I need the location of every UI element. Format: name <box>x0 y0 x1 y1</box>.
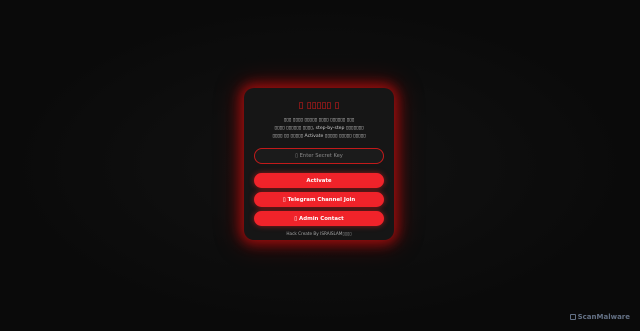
description-line: ▯▯▯ ▯▯▯▯ ▯▯▯▯▯ ▯▯▯▯ ▯▯▯▯▯▯ ▯▯▯ <box>283 118 355 123</box>
activation-card: ▯ ▯▯▯▯▯ ▯ ▯▯▯ ▯▯▯▯ ▯▯▯▯▯ ▯▯▯▯ ▯▯▯▯▯▯ ▯▯▯… <box>244 88 394 240</box>
card-title: ▯ ▯▯▯▯▯ ▯ <box>298 101 340 111</box>
watermark-text: ScanMalware <box>577 313 630 321</box>
admin-contact-button[interactable]: ▯ Admin Contact <box>254 211 384 226</box>
telegram-join-button[interactable]: ▯ Telegram Channel Join <box>254 192 384 207</box>
activate-button[interactable]: Activate <box>254 173 384 188</box>
card-description: ▯▯▯ ▯▯▯▯ ▯▯▯▯▯ ▯▯▯▯ ▯▯▯▯▯▯ ▯▯▯ ▯▯▯▯ ▯▯▯▯… <box>254 117 384 141</box>
description-line: ▯▯▯▯ ▯▯▯▯▯▯ ▯▯▯▯, step-by-step ▯▯▯▯▯▯▯ <box>274 126 364 131</box>
description-line: ▯▯▯▯ ▯▯ ▯▯▯▯▯ Activate ▯▯▯▯▯ ▯▯▯▯▯ ▯▯▯▯▯ <box>272 134 366 139</box>
credit-footer: Hack Create By ISRAISLAM▯▯▯▯ <box>286 231 352 236</box>
scanmalware-watermark: ScanMalware <box>569 313 630 321</box>
page-background: ▯ ▯▯▯▯▯ ▯ ▯▯▯ ▯▯▯▯ ▯▯▯▯▯ ▯▯▯▯ ▯▯▯▯▯▯ ▯▯▯… <box>0 0 640 331</box>
secret-key-input[interactable] <box>254 148 384 164</box>
scanmalware-logo-icon <box>569 314 576 320</box>
